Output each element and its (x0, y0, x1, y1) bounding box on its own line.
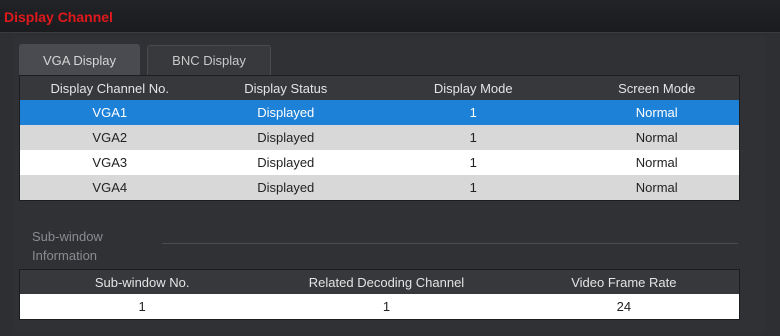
screen-mode-cell: Normal (635, 155, 678, 170)
frame-rate-cell: 24 (616, 299, 632, 314)
decoding-channel-cell: 1 (382, 299, 391, 314)
status-cell: Displayed (257, 130, 315, 145)
window-title: Display Channel (4, 9, 113, 25)
status-cell: Displayed (257, 155, 315, 170)
subwindow-section-label: Sub-window Information (32, 227, 103, 265)
channel-no-cell: VGA2 (92, 130, 128, 145)
column-header-video-frame-rate[interactable]: Video Frame Rate (509, 275, 739, 290)
mode-cell: 1 (469, 130, 477, 145)
channel-no-cell: VGA4 (92, 180, 128, 195)
screen-mode-cell: Normal (635, 130, 678, 145)
table-row[interactable]: VGA1 Displayed 1 Normal (20, 100, 739, 125)
table-row[interactable]: VGA3 Displayed 1 Normal (20, 150, 739, 175)
table-row[interactable]: VGA4 Displayed 1 Normal (20, 175, 739, 200)
column-header-subwindow-no[interactable]: Sub-window No. (20, 275, 264, 290)
column-header-screen-mode[interactable]: Screen Mode (574, 81, 739, 96)
screen-mode-cell: Normal (635, 105, 678, 120)
channel-no-cell: VGA1 (92, 105, 128, 120)
status-cell: Displayed (257, 105, 315, 120)
screen-mode-cell: Normal (635, 180, 678, 195)
column-header-related-decoding-channel[interactable]: Related Decoding Channel (264, 275, 508, 290)
display-channel-table: Display Channel No. Display Status Displ… (19, 75, 740, 201)
table-row[interactable]: VGA2 Displayed 1 Normal (20, 125, 739, 150)
tab-vga-display[interactable]: VGA Display (19, 44, 140, 75)
column-header-display-channel-no[interactable]: Display Channel No. (20, 81, 200, 96)
mode-cell: 1 (469, 105, 477, 120)
title-bar: Display Channel (0, 0, 780, 33)
mode-cell: 1 (469, 155, 477, 170)
section-divider (162, 243, 738, 244)
table-header: Display Channel No. Display Status Displ… (20, 76, 739, 100)
subwindow-no-cell: 1 (138, 299, 146, 314)
column-header-display-status[interactable]: Display Status (200, 81, 373, 96)
subwindow-label-line1: Sub-window (32, 229, 103, 244)
subwindow-table: Sub-window No. Related Decoding Channel … (19, 269, 740, 320)
tab-bnc-display[interactable]: BNC Display (147, 45, 271, 75)
column-header-display-mode[interactable]: Display Mode (372, 81, 574, 96)
table-header: Sub-window No. Related Decoding Channel … (20, 270, 739, 294)
channel-no-cell: VGA3 (92, 155, 128, 170)
table-row[interactable]: 1 1 24 (20, 294, 739, 319)
mode-cell: 1 (469, 180, 477, 195)
subwindow-label-line2: Information (32, 248, 98, 263)
status-cell: Displayed (257, 180, 315, 195)
